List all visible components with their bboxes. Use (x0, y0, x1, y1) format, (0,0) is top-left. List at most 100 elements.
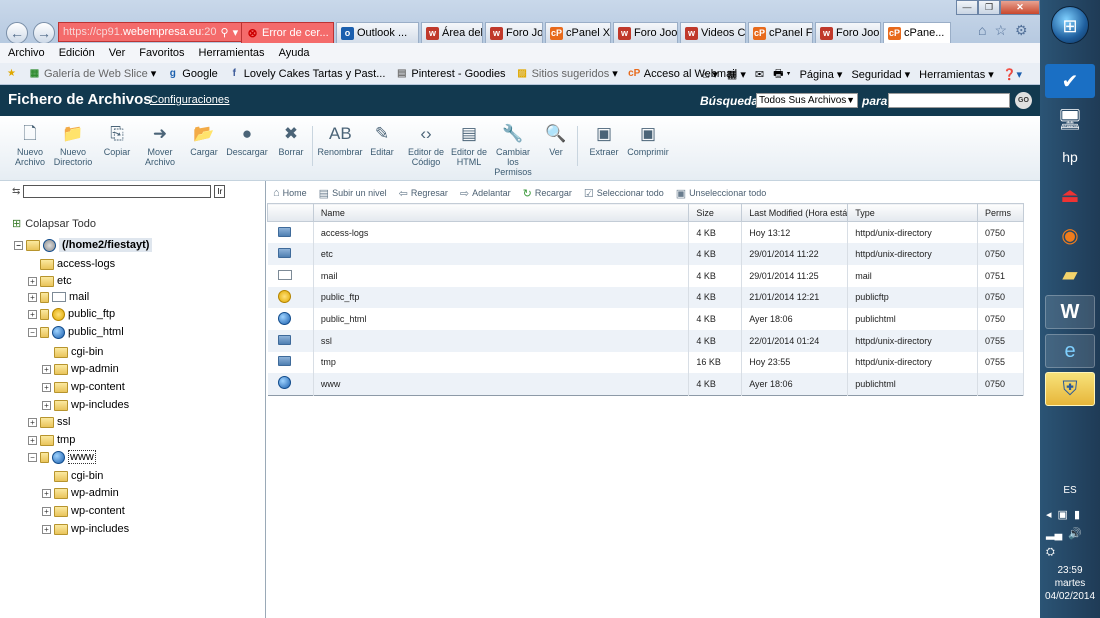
tree-node[interactable]: − www (28, 449, 96, 465)
toolbar-download-button[interactable]: ● Descargar (223, 124, 271, 157)
column-modified-header[interactable]: Last Modified (Hora está (741, 203, 849, 222)
tree-node[interactable]: + wp-includes (42, 397, 129, 413)
table-row[interactable]: access-logs 4 KB Hoy 13:12 httpd/unix-direc… (267, 221, 1024, 244)
security-menu[interactable]: Seguridad ▾ (851, 68, 910, 81)
gear-icon[interactable]: ⚙ (1015, 22, 1028, 39)
toolbar-new-folder-button[interactable]: 📁 Nuevo Directorio (49, 124, 97, 167)
table-row[interactable]: public_html 4 KB Ayer 18:06 publichtml 0750 (267, 308, 1024, 330)
tree-node[interactable]: + public_ftp (28, 306, 115, 322)
taskbar-app-monitor[interactable]: 🖥 (1045, 102, 1095, 136)
toolbar-delete-button[interactable]: ✖ Borrar (267, 124, 315, 157)
table-row[interactable]: www 4 KB Ayer 18:06 publichtml 0750 (267, 373, 1024, 395)
toolbar-move-button[interactable]: ➜ Mover Archivo (136, 124, 184, 167)
tree-node[interactable]: + wp-content (42, 379, 125, 395)
favorite-link[interactable]: g Google (166, 67, 218, 80)
column-type-header[interactable]: Type (847, 203, 979, 222)
browser-tab[interactable]: wForo Joo... (815, 22, 881, 43)
tree-node[interactable]: + wp-admin (42, 485, 119, 501)
network-icon[interactable]: ⛭ (1046, 546, 1055, 559)
expand-icon[interactable]: + (42, 400, 51, 410)
forward-button[interactable]: → (33, 22, 55, 44)
tree-node[interactable]: + ssl (28, 414, 70, 430)
menu-item[interactable]: Ver (109, 47, 126, 59)
tree-node[interactable]: + tmp (28, 432, 75, 448)
taskbar-app-ie[interactable]: e (1045, 334, 1095, 368)
tree-node[interactable]: − (/home2/fiestayt) (14, 237, 153, 253)
browser-tab[interactable]: o Outlook ... (336, 22, 419, 43)
menu-item[interactable]: Favoritos (139, 47, 184, 59)
expand-icon[interactable]: + (28, 276, 37, 286)
signal-icon[interactable]: ▂▄ (1046, 527, 1062, 540)
taskbar-app-hp[interactable]: hp (1045, 140, 1095, 174)
toolbar-copy-button[interactable]: ⎘ Copiar (93, 124, 141, 157)
expand-icon[interactable]: + (28, 309, 37, 319)
expand-icon[interactable]: + (28, 435, 37, 445)
tree-node[interactable]: + etc (28, 273, 72, 289)
browser-tab[interactable]: wÁrea del ... (421, 22, 483, 43)
menu-item[interactable]: Edición (59, 47, 95, 59)
back-button[interactable]: ← (6, 22, 28, 44)
forward-nav-button[interactable]: ⇨ Adelantar (460, 187, 511, 200)
tree-node[interactable]: + mail (28, 289, 89, 305)
favorite-link[interactable]: ▤ Pinterest - Goodies (395, 67, 505, 80)
taskbar-app-tasks[interactable]: ✔ (1045, 64, 1095, 98)
toolbar-code-editor-button[interactable]: ‹› Editor de Código (402, 124, 450, 167)
search-scope-select[interactable]: Todos Sus Archivos ▼ (756, 93, 858, 108)
column-size-header[interactable]: Size (688, 203, 743, 222)
toolbar-view-button[interactable]: 🔍 Ver (532, 124, 580, 157)
tree-node[interactable]: + wp-includes (42, 521, 129, 537)
browser-tab[interactable]: wForo Joo... (613, 22, 678, 43)
close-window-button[interactable]: ✕ (1000, 0, 1040, 15)
browser-tab[interactable]: cPcPane... ✕ (883, 22, 951, 43)
taskbar-app-word[interactable]: W (1045, 295, 1095, 329)
table-row[interactable]: mail 4 KB 29/01/2014 11:25 mail 0751 (267, 264, 1024, 287)
favorite-link[interactable]: ▨ Sitios sugeridos ▾ (516, 67, 617, 81)
clock[interactable]: 23:59 martes 04/02/2014 (1040, 564, 1100, 603)
home-button[interactable]: ⌂ Home (273, 187, 307, 199)
feeds-icon[interactable]: ▦ ▾ (727, 68, 746, 81)
minimize-button[interactable]: — (956, 0, 978, 15)
language-indicator[interactable]: ES (1040, 485, 1100, 496)
toolbar-html-editor-button[interactable]: ▤ Editor de HTML (445, 124, 493, 167)
go-path-button[interactable]: Ir (214, 185, 226, 198)
browser-tab[interactable]: wVideos C... (680, 22, 746, 43)
go-button[interactable]: GO (1015, 92, 1032, 109)
tree-node[interactable]: + wp-content (42, 503, 125, 519)
tools-menu[interactable]: Herramientas ▾ (919, 68, 994, 81)
settings-link[interactable]: Configuraciones (150, 94, 230, 106)
chevron-down-icon[interactable]: ▾ (233, 26, 239, 39)
tree-node[interactable]: cgi-bin (42, 468, 103, 484)
mail-icon[interactable]: ✉ (755, 68, 764, 81)
taskbar-app-pdf[interactable]: ⏏ (1045, 178, 1095, 212)
search-icon[interactable]: ⚲ (221, 26, 229, 39)
close-tab-icon[interactable]: ✕ (950, 27, 951, 40)
favorites-star-icon[interactable]: ☆ (994, 22, 1007, 39)
print-icon[interactable]: 🖶 ▾ (773, 65, 791, 84)
reload-button[interactable]: ↻ Recargar (523, 187, 572, 200)
home-icon[interactable]: ⌂ (978, 22, 986, 39)
expand-icon[interactable]: + (42, 524, 51, 534)
volume-icon[interactable]: 🔊 (1068, 527, 1082, 540)
collapse-icon[interactable]: − (14, 240, 23, 250)
up-level-button[interactable]: ▤ Subir un nivel (319, 187, 387, 200)
table-row[interactable]: ssl 4 KB 22/01/2014 01:24 httpd/unix-direct… (267, 329, 1024, 352)
expand-icon[interactable]: + (28, 417, 37, 427)
favorites-star[interactable]: ★ (5, 67, 18, 80)
table-row[interactable]: tmp 16 KB Hoy 23:55 httpd/unix-directory 075… (267, 351, 1024, 374)
expand-icon[interactable]: + (42, 488, 51, 498)
expand-icon[interactable]: + (28, 292, 37, 302)
table-row[interactable]: public_ftp 4 KB 21/01/2014 12:21 publicftp 0… (267, 286, 1024, 309)
tree-node[interactable]: − public_html (28, 324, 124, 340)
tree-node[interactable]: cgi-bin (42, 344, 103, 360)
toolbar-permissions-button[interactable]: 🔧 Cambiar los Permisos (489, 124, 537, 177)
toolbar-rename-button[interactable]: AB Renombrar (316, 124, 364, 157)
unselect-all-button[interactable]: ▣ Unseleccionar todo (676, 187, 766, 200)
favorite-link[interactable]: ▦ Galería de Web Slice ▾ (28, 67, 157, 81)
browser-tab[interactable]: ⊗ Error de cer... (241, 22, 334, 43)
toolbar-new-file-button[interactable]: 🗋 Nuevo Archivo (6, 124, 54, 167)
column-name-header[interactable]: Name (312, 203, 690, 222)
expand-icon[interactable]: + (42, 382, 51, 392)
browser-tab[interactable]: cPcPanel Fi... (748, 22, 813, 43)
column-perms-header[interactable]: Perms (977, 203, 1024, 222)
select-all-button[interactable]: ☑ Seleccionar todo (584, 187, 664, 200)
